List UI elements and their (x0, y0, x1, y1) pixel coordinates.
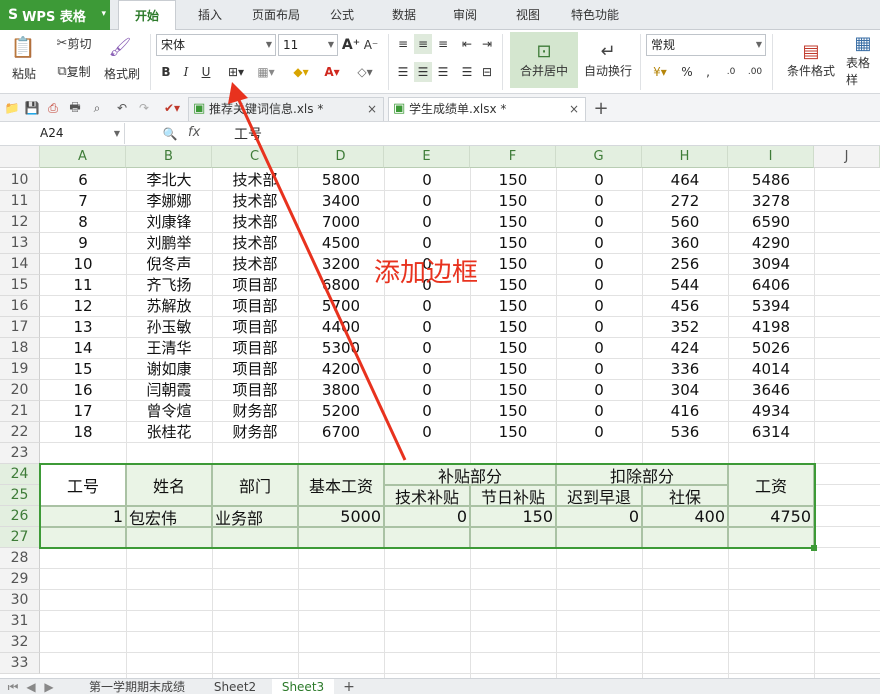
prev-sheet-icon[interactable]: ◀ (24, 679, 38, 695)
sheet-tab-1[interactable]: 第一学期期末成绩 (82, 679, 192, 695)
next-sheet-icon[interactable]: ▶ (42, 679, 56, 695)
sheet-tab-bar: ⏮ ◀ ▶ 第一学期期末成绩 Sheet2 Sheet3 + (0, 678, 880, 695)
annotation-arrow (228, 82, 407, 461)
sheet-tab-3[interactable]: Sheet3 (272, 679, 334, 695)
annotation-text: 添加边框 (374, 258, 479, 288)
sheet-tab-2[interactable]: Sheet2 (204, 679, 266, 695)
add-sheet-icon[interactable]: + (340, 679, 358, 695)
first-sheet-icon[interactable]: ⏮ (6, 679, 20, 695)
